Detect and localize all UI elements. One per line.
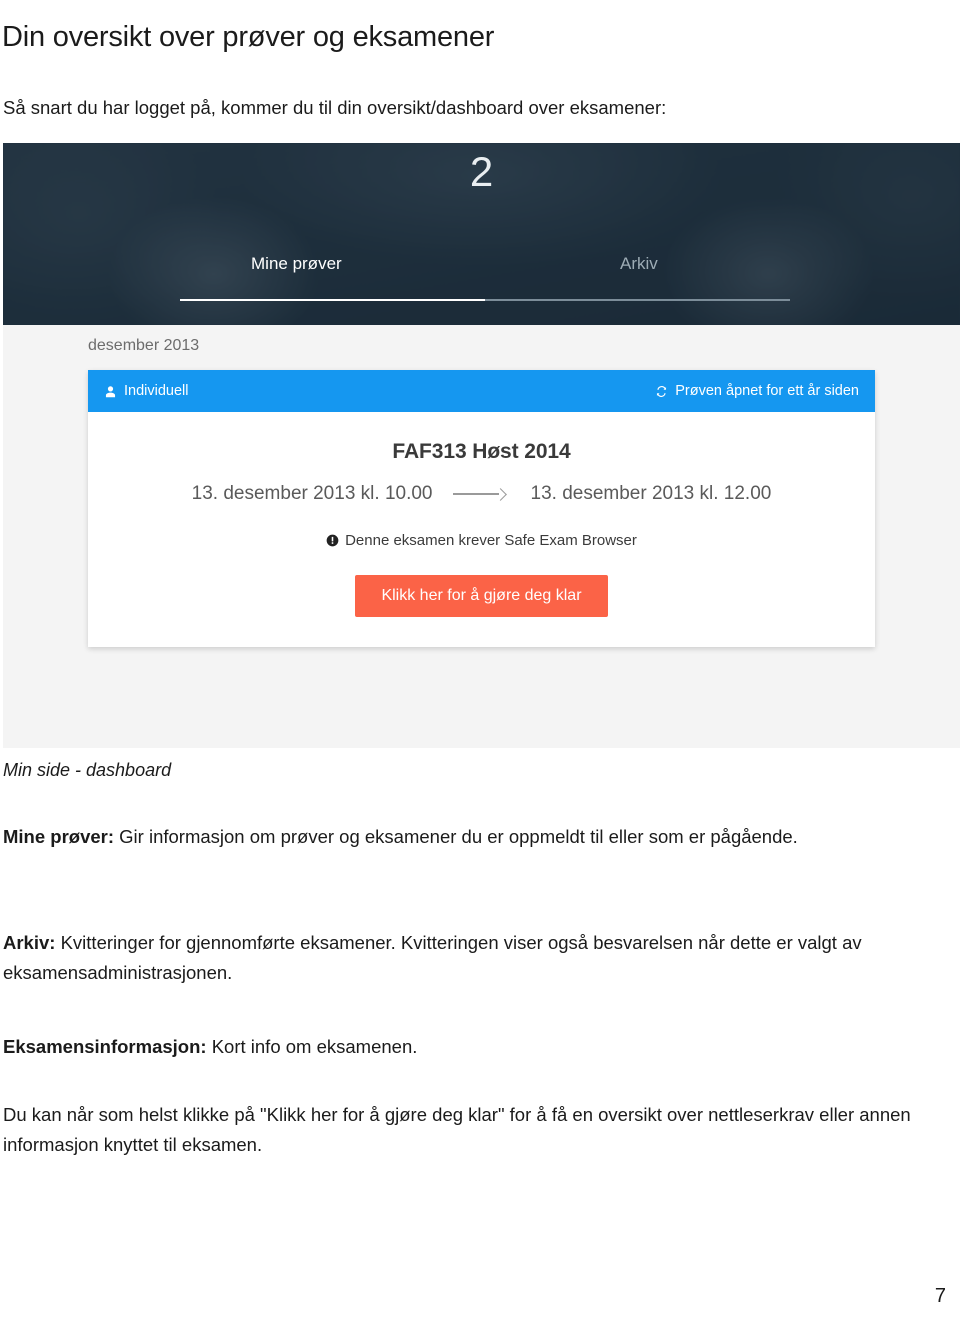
label-eksamensinformasjon: Eksamensinformasjon: (3, 1036, 207, 1057)
tab-mine-prover[interactable]: Mine prøver (251, 255, 342, 272)
intro-paragraph: Så snart du har logget på, kommer du til… (3, 96, 667, 118)
app-logo: 2 (469, 148, 494, 195)
browser-requirement-label: Denne eksamen krever Safe Exam Browser (345, 532, 637, 549)
exam-title: FAF313 Høst 2014 (392, 440, 571, 463)
text-arkiv: Kvitteringer for gjennomførte eksamener.… (3, 932, 862, 983)
page-number: 7 (934, 1285, 946, 1307)
exclamation-circle-icon (326, 534, 339, 547)
exam-card-header: Individuell Prøven åpnet for ett år side… (88, 370, 875, 412)
screenshot-caption: Min side - dashboard (3, 760, 172, 780)
exam-end-time: 13. desember 2013 kl. 12.00 (530, 483, 772, 504)
label-arkiv: Arkiv: (3, 932, 56, 953)
tab-underline-active (180, 299, 485, 301)
tab-bar: Mine prøver Arkiv (180, 255, 790, 315)
month-heading: desember 2013 (88, 337, 200, 354)
exam-status: Prøven åpnet for ett år siden (655, 383, 859, 399)
exam-type: Individuell (104, 383, 189, 399)
tab-underline-inactive (485, 299, 790, 301)
get-ready-button[interactable]: Klikk her for å gjøre deg klar (355, 575, 608, 617)
exam-list: desember 2013 Individuell Prøven åpnet f… (3, 325, 960, 748)
paragraph-closing: Du kan når som helst klikke på "Klikk he… (3, 1104, 911, 1155)
app-header: 2 Mine prøver Arkiv (3, 143, 960, 325)
exam-start-time: 13. desember 2013 kl. 10.00 (191, 483, 433, 504)
text-mine-prover: Gir informasjon om prøver og eksamener d… (114, 826, 798, 847)
exam-card-body: FAF313 Høst 2014 13. desember 2013 kl. 1… (88, 412, 875, 647)
text-eksamensinformasjon: Kort info om eksamenen. (206, 1036, 418, 1057)
tab-arkiv[interactable]: Arkiv (620, 255, 658, 272)
paragraph-eksamensinformasjon: Eksamensinformasjon: Kort info om eksame… (3, 1032, 915, 1062)
user-icon (104, 385, 117, 398)
exam-type-label: Individuell (124, 383, 189, 399)
page-title: Din oversikt over prøver og eksamener (2, 21, 495, 54)
embedded-app-screenshot: 2 Mine prøver Arkiv desember 2013 Indivi… (3, 143, 960, 748)
paragraph-mine-prover: Mine prøver: Gir informasjon om prøver o… (3, 822, 915, 852)
exam-card[interactable]: Individuell Prøven åpnet for ett år side… (88, 370, 875, 647)
arrow-right-icon (452, 489, 511, 499)
exam-status-label: Prøven åpnet for ett år siden (675, 383, 859, 399)
paragraph-arkiv: Arkiv: Kvitteringer for gjennomførte eks… (3, 928, 915, 988)
browser-requirement-notice: Denne eksamen krever Safe Exam Browser (88, 532, 875, 549)
label-mine-prover: Mine prøver: (3, 826, 115, 847)
refresh-icon (655, 385, 668, 398)
exam-time-range: 13. desember 2013 kl. 10.00 13. desember… (88, 483, 875, 505)
